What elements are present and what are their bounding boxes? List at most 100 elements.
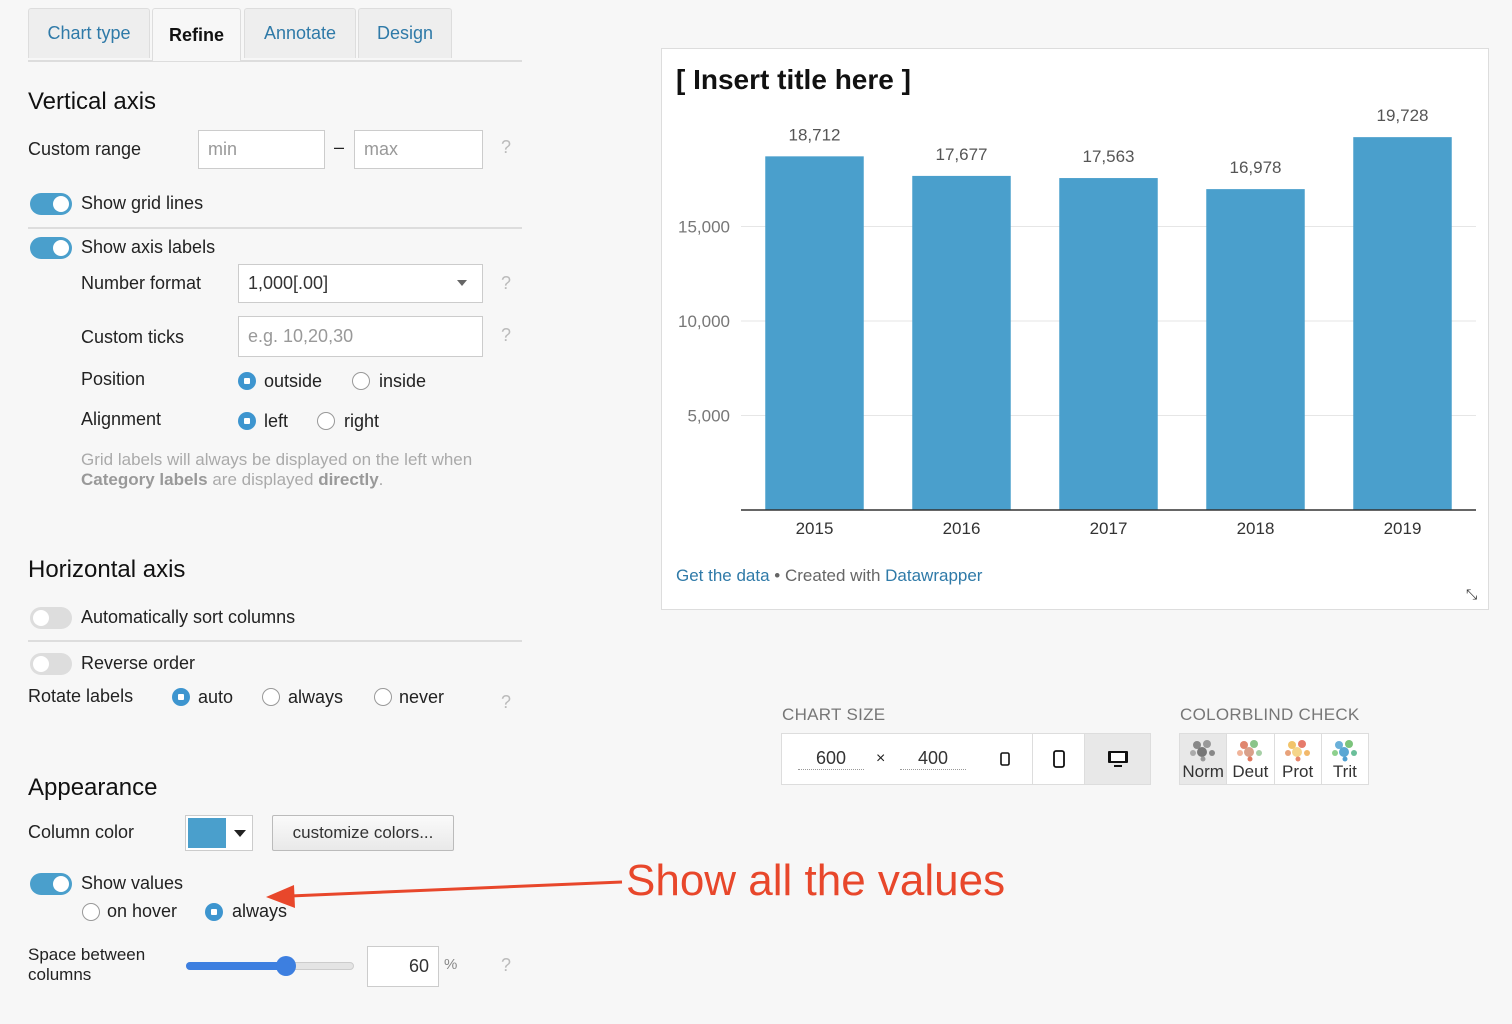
bar	[1353, 137, 1452, 510]
bar	[912, 175, 1011, 510]
position-outside-label: outside	[264, 371, 323, 391]
tab-bar: Chart type Refine Annotate Design	[28, 8, 522, 62]
divider	[28, 640, 522, 642]
tab-chart-type[interactable]: Chart type	[28, 8, 150, 58]
alignment-right-radio[interactable]	[317, 412, 335, 430]
tab-refine[interactable]: Refine	[152, 8, 241, 61]
rotate-help-icon[interactable]: ?	[501, 692, 511, 713]
rotate-never-radio[interactable]	[374, 688, 392, 706]
protanopia-icon	[1284, 740, 1310, 762]
number-format-value: 1,000[.00]	[248, 273, 329, 293]
auto-sort-label: Automatically sort columns	[81, 607, 296, 627]
reverse-order-toggle[interactable]	[30, 653, 72, 675]
show-values-hover-radio[interactable]	[82, 903, 100, 921]
column-color-picker[interactable]	[185, 815, 253, 851]
position-outside-radio[interactable]	[238, 372, 256, 390]
y-tick-label: 10,000	[678, 312, 730, 331]
tab-design[interactable]: Design	[358, 8, 452, 58]
range-max-input[interactable]: max	[354, 130, 483, 169]
number-format-select[interactable]: 1,000[.00]	[238, 264, 483, 303]
annotation-arrow	[266, 880, 623, 908]
show-grid-lines-toggle[interactable]	[30, 193, 72, 215]
x-tick-label: 2017	[1090, 519, 1128, 538]
bar-value-label: 17,563	[1083, 147, 1135, 166]
y-tick-label: 5,000	[687, 407, 730, 426]
space-slider-handle[interactable]	[276, 956, 296, 976]
alignment-left-label: left	[264, 411, 289, 431]
colorblind-norm-button[interactable]: Norm	[1180, 734, 1228, 784]
alignment-label: Alignment	[81, 409, 162, 429]
bar	[1059, 178, 1158, 510]
custom-range-label: Custom range	[28, 139, 142, 159]
tab-annotate[interactable]: Annotate	[244, 8, 356, 58]
bar	[1206, 189, 1305, 511]
space-between-label: Space between columns	[28, 945, 146, 984]
rotate-auto-label: auto	[198, 687, 234, 707]
chevron-down-icon	[457, 280, 467, 286]
colorblind-prot-button[interactable]: Prot	[1275, 734, 1322, 784]
x-tick-label: 2018	[1237, 519, 1275, 538]
rotate-always-radio[interactable]	[262, 688, 280, 706]
custom-ticks-help-icon[interactable]: ?	[501, 325, 511, 346]
auto-sort-toggle[interactable]	[30, 607, 72, 629]
color-swatch	[188, 818, 226, 848]
position-label: Position	[81, 369, 146, 389]
small-phone-icon	[1000, 752, 1010, 766]
show-axis-labels-label: Show axis labels	[81, 237, 216, 257]
x-tick-label: 2015	[796, 519, 834, 538]
chart-size-label: CHART SIZE	[782, 705, 886, 724]
chart-title[interactable]: [ Insert title here ]	[676, 64, 911, 96]
alignment-left-radio[interactable]	[238, 412, 256, 430]
get-the-data-link[interactable]: Get the data	[676, 566, 770, 585]
resize-handle-icon[interactable]: ⤡	[1466, 586, 1477, 603]
show-values-hover-label: on hover	[107, 901, 178, 921]
small-mobile-button[interactable]	[978, 734, 1032, 784]
colorblind-check-label: COLORBLIND CHECK	[1180, 705, 1360, 724]
mobile-button[interactable]	[1032, 734, 1084, 784]
times-sign: ×	[876, 750, 886, 767]
show-values-always-radio[interactable]	[205, 903, 223, 921]
caret-down-icon	[234, 830, 246, 837]
custom-ticks-input[interactable]: e.g. 10,20,30	[238, 316, 483, 357]
colorblind-check-box: Norm Deut Prot Trit	[1179, 733, 1369, 785]
chart-size-box: 600 × 400	[781, 733, 1151, 785]
space-value-input[interactable]: 60	[367, 946, 439, 987]
x-tick-label: 2019	[1384, 519, 1422, 538]
chart-width-input[interactable]: 600	[798, 748, 864, 770]
reverse-order-label: Reverse order	[81, 653, 196, 673]
colorblind-trit-button[interactable]: Trit	[1322, 734, 1368, 784]
divider	[28, 227, 522, 229]
show-values-label: Show values	[81, 873, 184, 893]
show-values-toggle[interactable]	[30, 873, 72, 895]
position-inside-label: inside	[379, 371, 427, 391]
footer-separator: • Created with	[769, 566, 886, 585]
customize-colors-button[interactable]: customize colors...	[272, 815, 454, 851]
rotate-never-label: never	[399, 687, 445, 707]
bar-value-label: 16,978	[1230, 158, 1282, 177]
number-format-label: Number format	[81, 273, 202, 293]
rotate-always-label: always	[288, 687, 344, 707]
desktop-icon	[1107, 751, 1128, 767]
range-help-icon[interactable]: ?	[501, 137, 511, 158]
desktop-button[interactable]	[1084, 734, 1150, 784]
datawrapper-link[interactable]: Datawrapper	[885, 566, 982, 585]
number-format-help-icon[interactable]: ?	[501, 273, 511, 294]
range-min-input[interactable]: min	[198, 130, 325, 169]
space-help-icon[interactable]: ?	[501, 955, 511, 976]
space-unit: %	[444, 956, 458, 973]
bar-chart: 5,000 10,000 15,000 18,712 2015 17,677 2016 17,…	[678, 106, 1476, 538]
appearance-heading: Appearance	[28, 774, 158, 801]
x-tick-label: 2016	[943, 519, 981, 538]
colorblind-deut-button[interactable]: Deut	[1227, 734, 1275, 784]
space-slider-fill	[186, 962, 286, 970]
grid-labels-hint: Grid labels will always be displayed on …	[81, 450, 473, 489]
chart-height-input[interactable]: 400	[900, 748, 966, 770]
custom-ticks-label: Custom ticks	[81, 327, 185, 347]
bar	[765, 156, 864, 510]
position-inside-radio[interactable]	[352, 372, 370, 390]
show-axis-labels-toggle[interactable]	[30, 237, 72, 259]
bar-value-label: 18,712	[789, 125, 841, 144]
annotation-text: Show all the values	[626, 856, 1006, 905]
rotate-auto-radio[interactable]	[172, 688, 190, 706]
show-grid-lines-label: Show grid lines	[81, 193, 204, 213]
